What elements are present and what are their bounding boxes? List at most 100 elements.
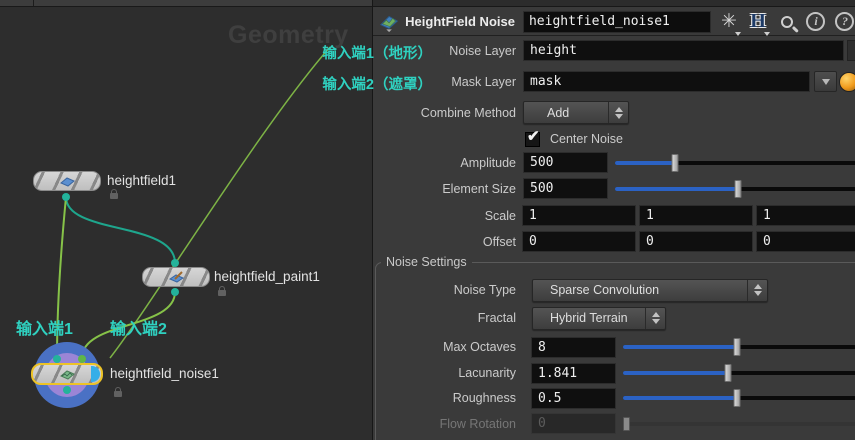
- row-fractal: Fractal Hybrid Terrain: [373, 306, 855, 330]
- gear-menu-button[interactable]: ✳: [718, 10, 741, 36]
- lock-icon: [110, 189, 118, 199]
- lock-icon: [218, 286, 226, 296]
- caret-down-icon: [734, 31, 741, 36]
- triangle-down-icon: [821, 78, 830, 85]
- row-amplitude: Amplitude 500: [373, 152, 855, 173]
- node-type-title: HeightField Noise: [405, 14, 515, 29]
- offset-z-input[interactable]: 0: [756, 231, 855, 252]
- flow-rotation-label: Flow Rotation: [439, 416, 516, 431]
- slider-handle[interactable]: [733, 338, 741, 356]
- slider-handle[interactable]: [724, 364, 732, 382]
- element-size-input[interactable]: 500: [523, 178, 608, 199]
- element-size-label: Element Size: [442, 181, 516, 196]
- max-octaves-value: 8: [538, 339, 546, 355]
- offset-y-value: 0: [646, 234, 654, 249]
- mask-layer-input[interactable]: mask: [523, 71, 810, 92]
- roughness-value: 0.5: [538, 390, 562, 406]
- mask-layer-value: mask: [530, 74, 562, 89]
- offset-x-value: 0: [529, 234, 537, 249]
- row-combine-method: Combine Method Add: [373, 101, 855, 124]
- node-type-caret-icon: [386, 28, 392, 32]
- max-octaves-input[interactable]: 8: [531, 336, 616, 358]
- network-editor[interactable]: Geometry heightfield1 heightfield_paint1…: [0, 0, 372, 440]
- roughness-input[interactable]: 0.5: [531, 387, 616, 409]
- flow-rotation-input: 0: [531, 413, 616, 434]
- element-size-value: 500: [530, 181, 554, 196]
- row-max-octaves: Max Octaves 8: [373, 336, 855, 358]
- search-icon: [780, 15, 793, 28]
- node-type-icon: [380, 15, 399, 32]
- lacunarity-value: 1.841: [538, 365, 578, 381]
- node-label-heightfield1: heightfield1: [107, 173, 177, 188]
- slider-handle[interactable]: [671, 153, 679, 172]
- center-noise-checkbox[interactable]: ✔: [525, 128, 540, 147]
- parameter-panel: HeightField Noise ✳ H i ? Noise Layer: [372, 0, 855, 440]
- help-button[interactable]: ?: [834, 10, 855, 34]
- scale-x-value: 1: [529, 208, 537, 223]
- heightfield-noise-icon: [60, 370, 75, 380]
- lacunarity-input[interactable]: 1.841: [531, 362, 616, 384]
- slider-fill: [623, 396, 738, 400]
- edit-mask-icon[interactable]: [839, 71, 855, 92]
- row-mask-layer: Mask Layer mask: [373, 71, 855, 92]
- output-connector-noise1[interactable]: [63, 386, 71, 394]
- element-size-slider[interactable]: [615, 179, 855, 199]
- panel-top-strip: [373, 0, 855, 7]
- combine-method-dropdown[interactable]: Add: [523, 101, 629, 124]
- scale-z-input[interactable]: 1: [756, 205, 855, 226]
- fractal-label: Fractal: [477, 311, 516, 325]
- amplitude-label: Amplitude: [460, 155, 516, 170]
- node-label-heightfield-paint1: heightfield_paint1: [214, 269, 320, 284]
- houdini-logo-button[interactable]: H: [747, 10, 770, 36]
- node-name-input[interactable]: [522, 10, 711, 33]
- slider-handle[interactable]: [733, 389, 741, 407]
- search-button[interactable]: [776, 10, 798, 34]
- lacunarity-slider[interactable]: [623, 363, 855, 383]
- scale-y-value: 1: [646, 208, 654, 223]
- row-noise-layer: Noise Layer height: [373, 40, 855, 61]
- scale-label: Scale: [484, 208, 516, 223]
- amplitude-value: 500: [530, 155, 554, 170]
- flow-rotation-slider: [623, 414, 855, 434]
- slider-handle[interactable]: [734, 179, 742, 198]
- annotation-param-input2: 输入端2（遮罩）: [322, 77, 432, 93]
- node-heightfield-paint1[interactable]: [142, 267, 210, 287]
- fractal-dropdown[interactable]: Hybrid Terrain: [532, 306, 666, 330]
- noise-type-value: Sparse Convolution: [550, 283, 660, 297]
- info-button[interactable]: i: [805, 10, 827, 34]
- scale-x-input[interactable]: 1: [522, 205, 636, 226]
- row-roughness: Roughness 0.5: [373, 387, 855, 409]
- offset-label: Offset: [482, 234, 516, 249]
- mask-layer-dropdown-button[interactable]: [814, 71, 837, 92]
- houdini-logo-icon: H: [750, 10, 766, 32]
- dropdown-arrows-icon: [747, 279, 767, 301]
- noise-settings-title[interactable]: Noise Settings: [381, 255, 472, 269]
- noise-layer-value: height: [530, 43, 577, 58]
- center-noise-label: Center Noise: [550, 132, 623, 146]
- amplitude-input[interactable]: 500: [523, 152, 608, 173]
- annotation-network-input1: 输入端1: [16, 321, 73, 338]
- scale-z-value: 1: [763, 208, 771, 223]
- noise-layer-menu-button[interactable]: [847, 40, 855, 61]
- roughness-slider[interactable]: [623, 388, 855, 408]
- offset-x-input[interactable]: 0: [522, 231, 636, 252]
- node-heightfield-noise1[interactable]: [31, 363, 103, 385]
- scale-y-input[interactable]: 1: [639, 205, 753, 226]
- noise-layer-input[interactable]: height: [523, 40, 844, 61]
- node-heightfield1[interactable]: [33, 171, 101, 191]
- max-octaves-slider[interactable]: [623, 337, 855, 357]
- offset-y-input[interactable]: 0: [639, 231, 753, 252]
- dropdown-arrows-icon: [608, 102, 628, 123]
- slider-track: [623, 421, 855, 426]
- amplitude-slider[interactable]: [615, 153, 855, 173]
- input2-connector-noise1[interactable]: [78, 355, 86, 363]
- combine-method-value: Add: [547, 105, 570, 120]
- fractal-value: Hybrid Terrain: [550, 311, 628, 325]
- row-scale: Scale 1 1 1: [373, 205, 855, 226]
- slider-fill: [623, 371, 728, 375]
- input1-connector-noise1[interactable]: [53, 355, 61, 363]
- display-flag[interactable]: [91, 366, 100, 382]
- node-label-heightfield-noise1: heightfield_noise1: [110, 366, 219, 381]
- combine-method-label: Combine Method: [420, 105, 516, 120]
- noise-type-dropdown[interactable]: Sparse Convolution: [532, 278, 768, 302]
